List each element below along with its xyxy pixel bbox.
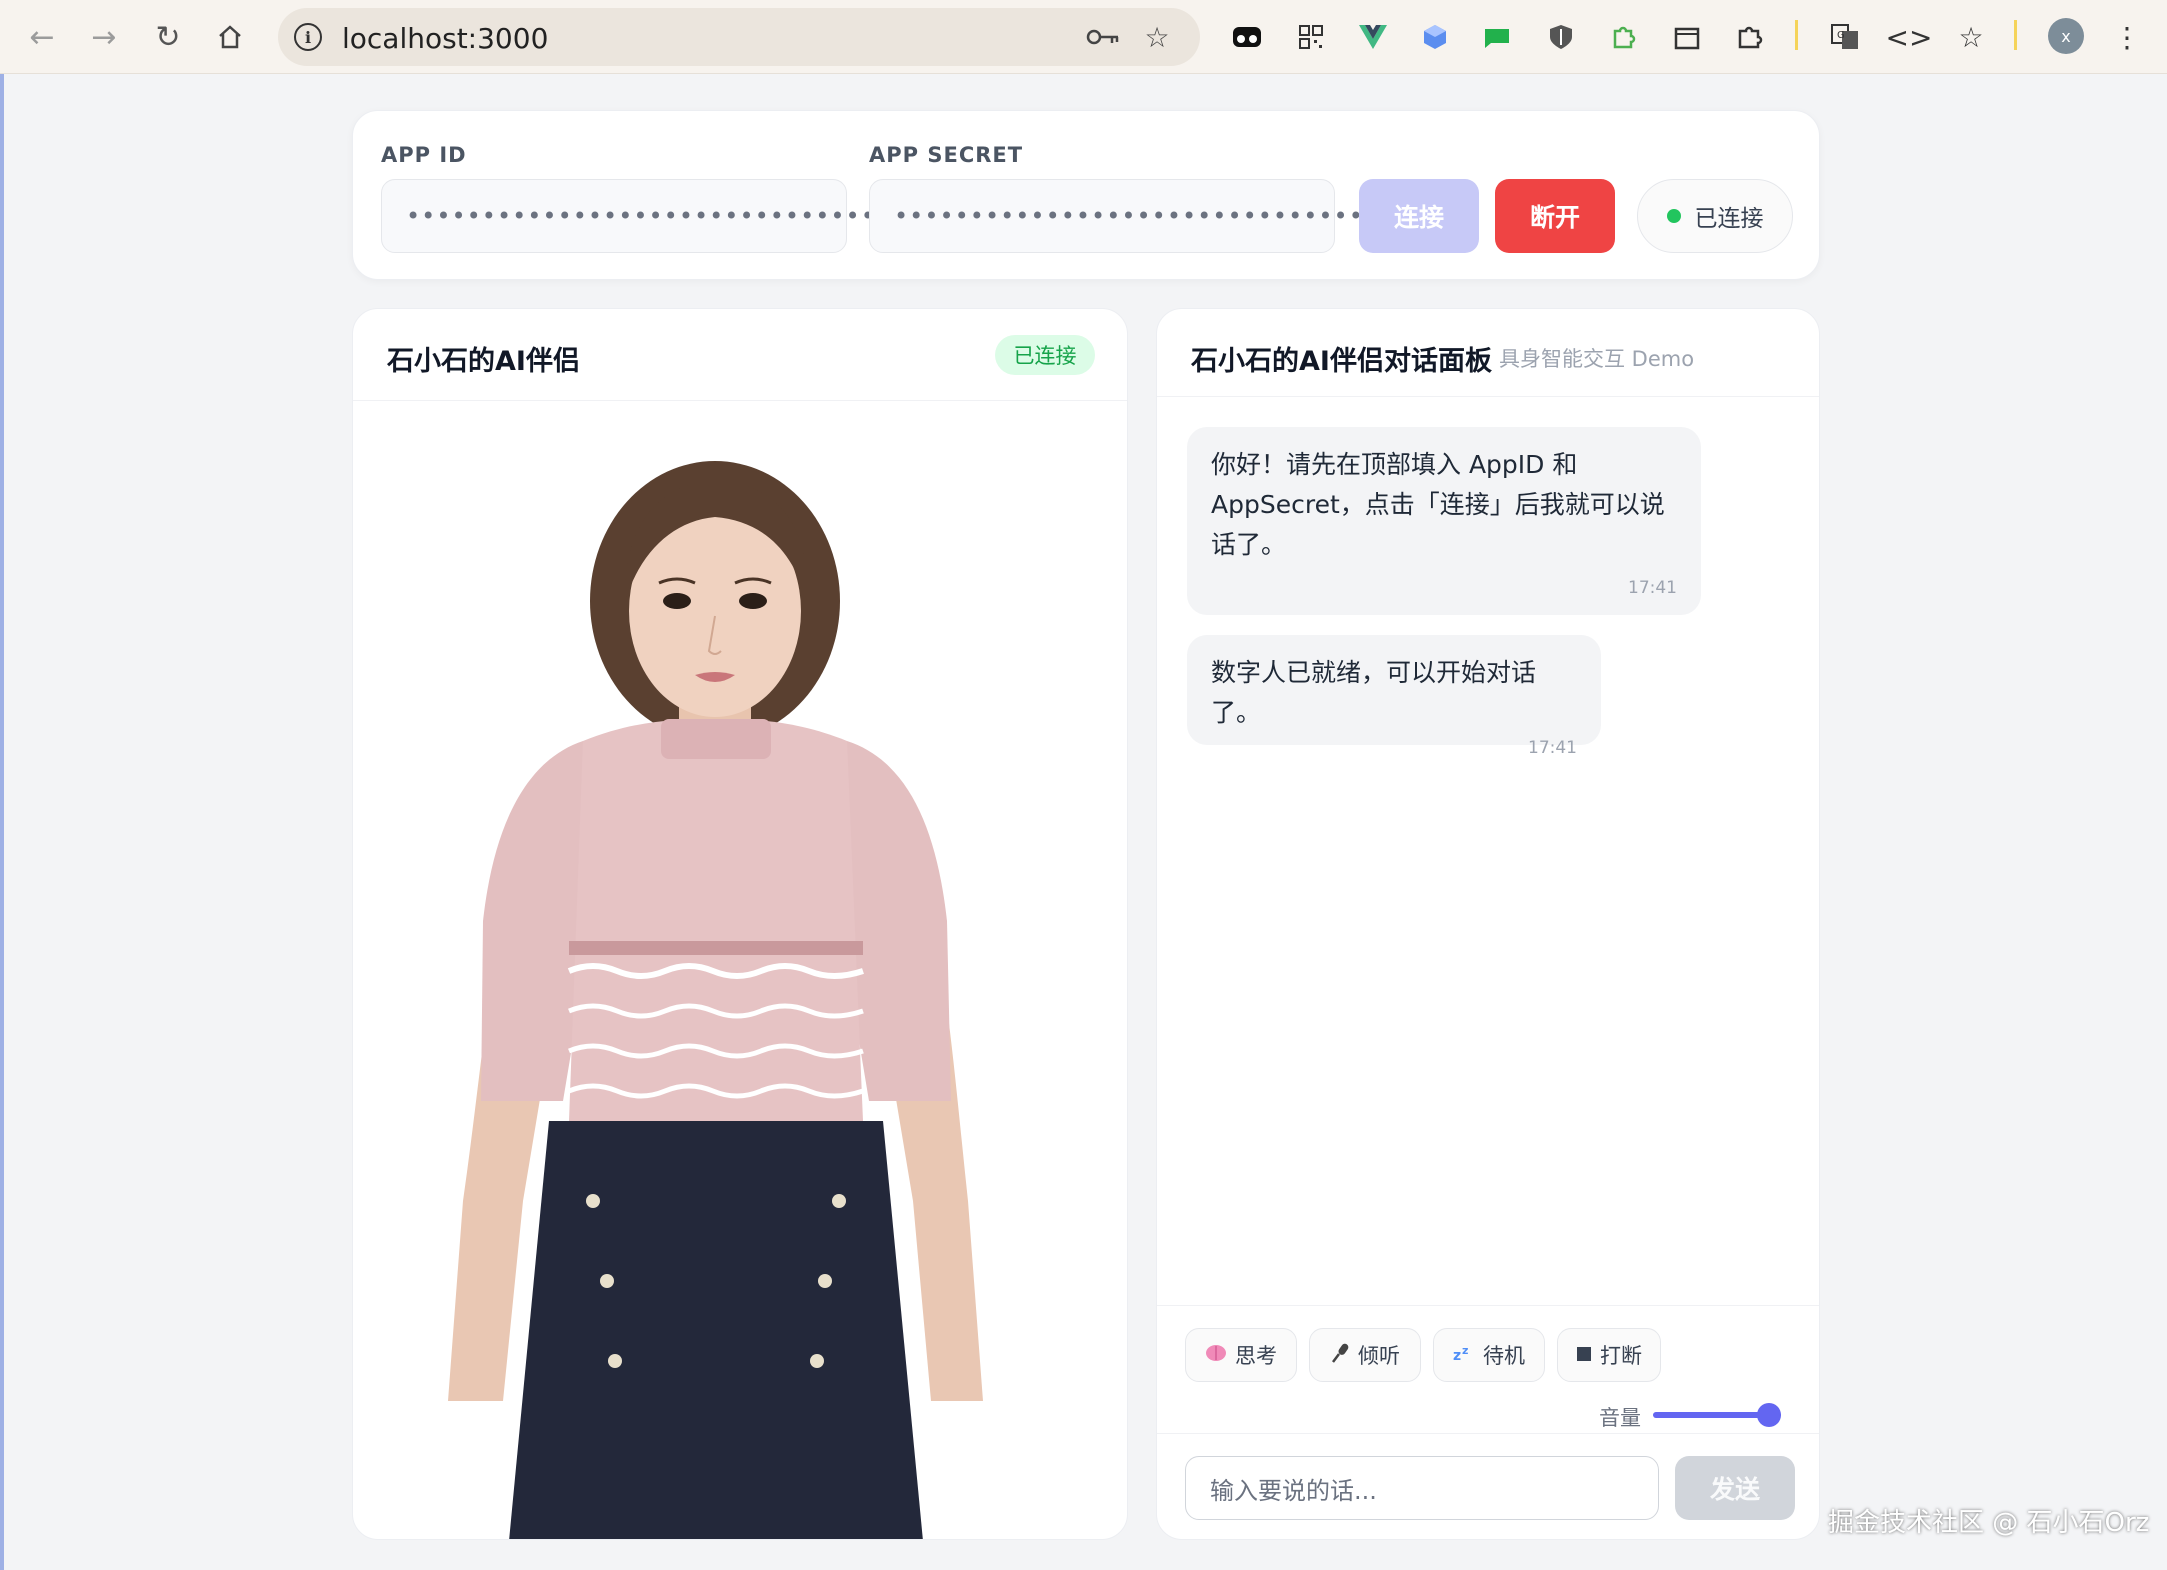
think-button-label: 思考 — [1235, 1344, 1277, 1368]
toolbar-separator — [1795, 20, 1798, 50]
listen-button-label: 倾听 — [1358, 1344, 1400, 1368]
volume-slider[interactable] — [1653, 1403, 1781, 1427]
think-button[interactable]: 思考 — [1185, 1328, 1297, 1382]
microphone-icon — [1330, 1342, 1350, 1369]
chat-panel-header: 石小石的AI伴侣对话面板 具身智能交互 Demo — [1157, 309, 1819, 397]
stop-icon — [1576, 1343, 1592, 1367]
address-bar[interactable]: i localhost:3000 ☆ — [278, 8, 1200, 66]
bookmark-star-icon[interactable]: ☆ — [1138, 18, 1176, 56]
password-key-icon[interactable] — [1084, 18, 1122, 56]
disconnect-button[interactable]: 断开 — [1495, 179, 1615, 253]
back-icon[interactable]: ← — [20, 15, 64, 59]
svg-text:z: z — [1453, 1348, 1461, 1363]
devtools-code-icon[interactable]: <> — [1886, 16, 1933, 58]
idle-button[interactable]: zz 待机 — [1433, 1328, 1545, 1382]
chat-message-time: 17:41 — [1528, 738, 1577, 758]
credentials-card: APP ID •••••••••••••••••••••••••••••••• … — [352, 110, 1820, 280]
extension-basket-icon[interactable] — [1666, 16, 1708, 58]
profile-avatar[interactable]: x — [2048, 18, 2084, 54]
avatar-panel-title: 石小石的AI伴侣 — [387, 346, 580, 377]
svg-text:G: G — [1837, 30, 1845, 41]
more-menu-icon[interactable]: ⋮ — [2106, 16, 2148, 58]
window-edge — [0, 74, 4, 1570]
chat-panel: 石小石的AI伴侣对话面板 具身智能交互 Demo 你好！请先在顶部填入 AppI… — [1156, 308, 1820, 1540]
extension-mask-icon[interactable] — [1226, 16, 1268, 58]
url-text[interactable]: localhost:3000 — [342, 22, 548, 55]
watermark: 掘金技术社区 @ 石小石Orz — [1828, 1508, 2150, 1538]
extension-qr-icon[interactable] — [1290, 16, 1332, 58]
sleep-icon: zz — [1453, 1343, 1475, 1368]
site-info-icon[interactable]: i — [294, 23, 322, 51]
browser-toolbar: ← → ↻ i localhost:3000 ☆ G <> ☆ x ⋮ — [0, 0, 2167, 74]
status-dot-icon — [1666, 209, 1681, 223]
chat-panel-subtitle: 具身智能交互 Demo — [1499, 347, 1695, 371]
chat-message-time: 17:41 — [1628, 578, 1677, 598]
interrupt-button[interactable]: 打断 — [1557, 1328, 1661, 1382]
message-input[interactable]: 输入要说的话... — [1185, 1456, 1659, 1520]
extension-chat-icon[interactable] — [1476, 16, 1518, 58]
extension-puzzle-green-icon[interactable] — [1602, 16, 1644, 58]
extensions-menu-icon[interactable] — [1728, 16, 1770, 58]
app-secret-label: APP SECRET — [869, 143, 1024, 167]
translate-icon[interactable]: G — [1824, 16, 1866, 58]
forward-icon[interactable]: → — [82, 15, 126, 59]
idle-button-label: 待机 — [1483, 1344, 1525, 1368]
interrupt-button-label: 打断 — [1600, 1344, 1642, 1368]
volume-label: 音量 — [1599, 1406, 1641, 1430]
status-badge: 已连接 — [995, 335, 1095, 375]
extension-cube-icon[interactable] — [1414, 16, 1456, 58]
bookmarks-icon[interactable]: ☆ — [1950, 16, 1992, 58]
app-id-input[interactable]: •••••••••••••••••••••••••••••••• — [381, 179, 890, 253]
avatar-panel-header: 石小石的AI伴侣 已连接 — [353, 309, 1127, 401]
connect-button[interactable]: 连接 — [1359, 179, 1479, 253]
svg-text:z: z — [1462, 1344, 1468, 1357]
chat-panel-title: 石小石的AI伴侣对话面板 — [1191, 346, 1492, 377]
toolbar-separator — [2014, 20, 2017, 50]
action-controls: 思考 倾听 zz 待机 打断 音量 — [1157, 1305, 1819, 1433]
avatar-panel: 石小石的AI伴侣 已连接 — [352, 308, 1128, 1540]
send-button[interactable]: 发送 — [1675, 1456, 1795, 1520]
extension-vue-icon[interactable] — [1352, 16, 1394, 58]
extension-shield-icon[interactable] — [1540, 16, 1582, 58]
volume-slider-thumb[interactable] — [1757, 1403, 1781, 1427]
chat-message: 数字人已就绪，可以开始对话了。 17:41 — [1187, 635, 1601, 758]
brain-icon — [1205, 1343, 1227, 1367]
connection-status: 已连接 — [1637, 179, 1793, 253]
digital-human-avatar — [353, 401, 1127, 1539]
app-secret-input[interactable]: •••••••••••••••••••••••••••••••• — [869, 179, 1378, 253]
chat-message: 你好！请先在顶部填入 AppID 和 AppSecret，点击「连接」后我就可以… — [1187, 427, 1701, 615]
chat-message-text: 你好！请先在顶部填入 AppID 和 AppSecret，点击「连接」后我就可以… — [1211, 450, 1665, 559]
reload-icon[interactable]: ↻ — [146, 15, 190, 59]
app-id-label: APP ID — [381, 143, 467, 167]
chat-message-text: 数字人已就绪，可以开始对话了。 — [1211, 658, 1537, 727]
listen-button[interactable]: 倾听 — [1309, 1328, 1421, 1382]
chat-input-row: 输入要说的话... 发送 — [1157, 1433, 1819, 1539]
home-icon[interactable] — [208, 15, 252, 59]
connection-status-text: 已连接 — [1694, 206, 1764, 232]
